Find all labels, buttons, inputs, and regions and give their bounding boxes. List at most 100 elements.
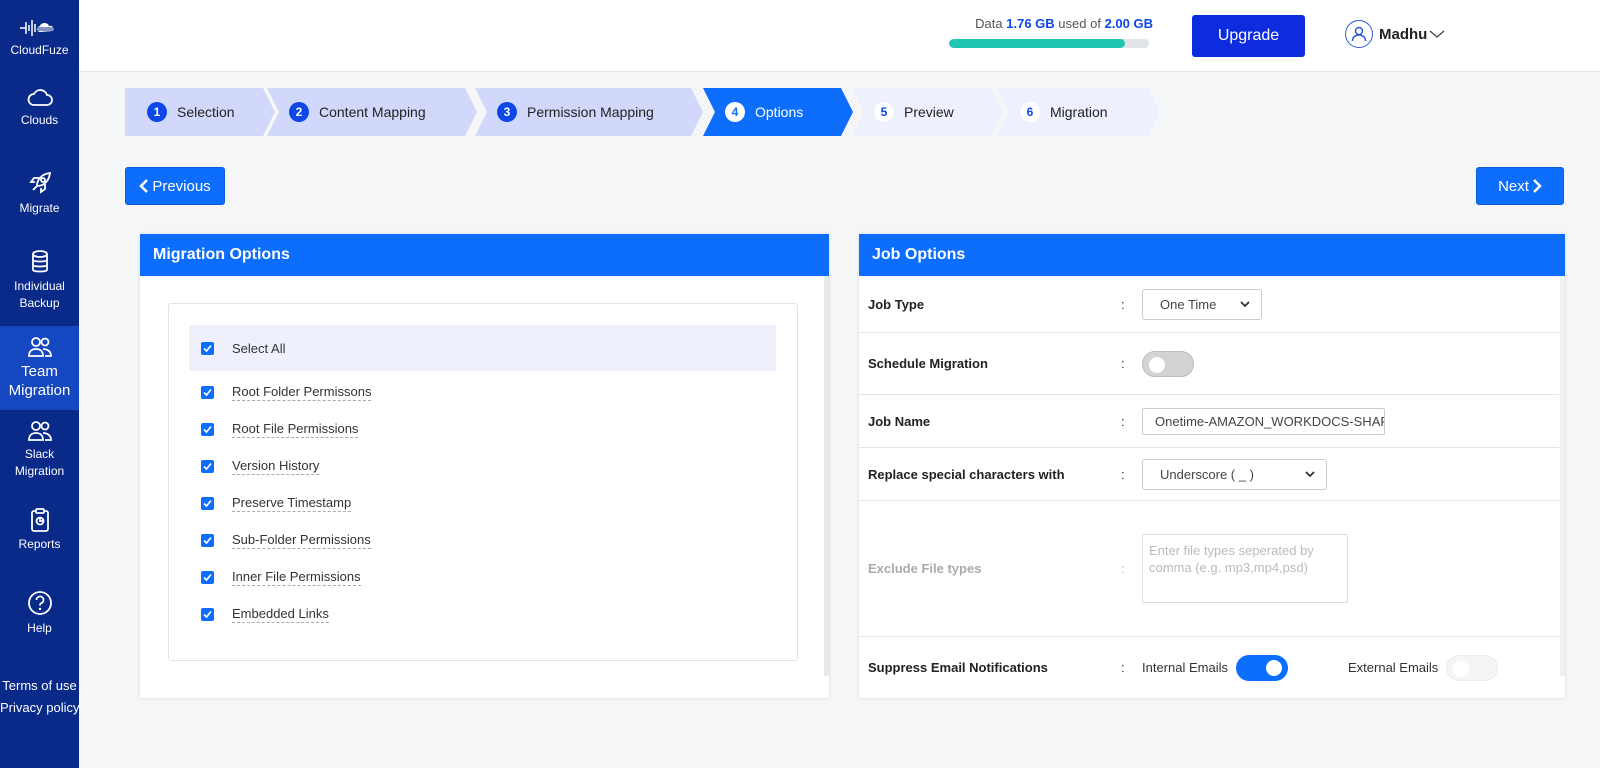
panel-scrollbar[interactable] [824,276,829,676]
panel-scrollbar[interactable] [1560,276,1565,676]
option-label: Preserve Timestamp [232,495,352,512]
check-icon [203,425,212,434]
sidebar-item-help[interactable]: Help [0,590,79,637]
sidebar: CloudFuze Clouds Migrate Individual Back… [0,0,79,768]
storage-usage-text: Data 1.76 GB used of 2.00 GB [951,16,1153,31]
job-type-select[interactable]: One Time [1142,288,1262,320]
brand-logo[interactable]: CloudFuze [0,18,79,59]
toggle-knob [1453,660,1470,677]
select-all-checkbox[interactable] [201,341,214,355]
chevron-down-icon [1305,470,1315,477]
user-name: Madhu [1379,25,1428,43]
schedule-label: Schedule Migration [868,356,988,371]
next-label: Next [1498,177,1529,195]
external-emails-toggle[interactable] [1446,654,1499,681]
sidebar-item-migrate[interactable]: Migrate [0,170,79,217]
select-all-row[interactable]: Select All [189,325,776,371]
privacy-link[interactable]: Privacy policy [0,700,79,715]
internal-emails-group: Internal Emails [1142,654,1288,681]
colon: : [1121,356,1125,371]
schedule-toggle[interactable] [1142,350,1194,377]
user-icon [1345,20,1373,48]
colon: : [1121,413,1125,429]
sidebar-item-reports[interactable]: Reports [0,508,79,553]
option-checkbox[interactable] [201,423,214,436]
users-icon [27,337,52,357]
exclude-file-types-input[interactable]: Enter file types seperated by comma (e.g… [1142,534,1348,603]
sidebar-item-label: Individual Backup [14,279,65,310]
storage-usage-bar [949,39,1149,48]
sidebar-item-team-migration[interactable]: Team Migration [0,326,79,410]
chevron-down-icon [1429,30,1445,38]
migration-option-item[interactable]: Root File Permissions [201,421,359,438]
step-label: Selection [177,104,235,120]
option-checkbox[interactable] [201,460,214,473]
help-circle-icon [27,591,52,615]
sidebar-item-label: Clouds [20,113,59,127]
option-checkbox[interactable] [201,497,214,510]
option-checkbox[interactable] [201,608,214,621]
migration-options-box: Select All Root Folder Permissons Root Fi… [168,303,798,661]
internal-emails-toggle[interactable] [1235,654,1288,681]
migration-option-item[interactable]: Sub-Folder Permissions [201,532,371,549]
step-number: 5 [874,102,894,122]
previous-button[interactable]: Previous [125,167,225,205]
option-label: Root Folder Permissons [232,384,372,401]
job-name-input[interactable]: Onetime-AMAZON_WORKDOCS-SHAREPOINT [1142,407,1385,435]
chevron-down-icon [1240,300,1250,307]
step-number: 4 [725,102,745,122]
step-permission-mapping[interactable]: 3 Permission Mapping [475,88,703,136]
migration-option-item[interactable]: Preserve Timestamp [201,495,352,512]
schedule-row: Schedule Migration : [859,333,1559,395]
upgrade-button[interactable]: Upgrade [1192,15,1305,57]
check-icon [203,536,212,545]
option-label: Root File Permissions [232,421,359,438]
job-name-row: Job Name : Onetime-AMAZON_WORKDOCS-SHARE… [859,395,1559,448]
option-checkbox[interactable] [201,534,214,547]
terms-link[interactable]: Terms of use [0,678,79,693]
colon: : [1121,466,1125,482]
sidebar-item-individual-backup[interactable]: Individual Backup [0,250,79,312]
usage-used: 1.76 GB [1006,16,1055,31]
option-checkbox[interactable] [201,571,214,584]
step-label: Preview [904,104,954,120]
user-menu[interactable]: Madhu [1345,20,1445,48]
external-emails-group: External Emails [1348,654,1499,681]
job-options-panel: Job Options Job Type : One Time Schedule… [859,234,1565,698]
colon: : [1121,561,1125,576]
top-bar: Data 1.76 GB used of 2.00 GB Upgrade Mad… [79,0,1600,72]
step-label: Migration [1050,104,1108,120]
step-content-mapping[interactable]: 2 Content Mapping [267,88,477,136]
next-button[interactable]: Next [1476,167,1564,205]
toggle-knob [1149,356,1165,373]
migration-options-panel: Migration Options Select All Root Folder… [140,234,829,698]
exclude-row: Exclude File types : Enter file types se… [859,501,1559,637]
step-preview[interactable]: 5 Preview [852,88,1002,136]
sidebar-item-label: Migrate [19,201,60,215]
sidebar-item-clouds[interactable]: Clouds [0,88,79,129]
job-type-row: Job Type : One Time [859,276,1559,333]
check-icon [203,462,212,471]
option-checkbox[interactable] [201,386,214,399]
colon: : [1121,660,1125,675]
migration-option-item[interactable]: Root Folder Permissons [201,384,372,401]
step-migration[interactable]: 6 Migration [998,88,1160,136]
migration-option-item[interactable]: Inner File Permissions [201,569,361,586]
step-label: Content Mapping [319,104,426,120]
step-number: 1 [147,102,167,122]
clipboard-icon [30,508,49,532]
replace-chars-select[interactable]: Underscore ( _ ) [1142,458,1327,490]
option-label: Inner File Permissions [232,569,361,586]
step-selection[interactable]: 1 Selection [125,88,275,136]
migration-option-item[interactable]: Embedded Links [201,606,329,623]
migration-option-item[interactable]: Version History [201,458,320,475]
sidebar-item-slack-migration[interactable]: Slack Migration [0,420,79,480]
step-number: 3 [497,102,517,122]
step-label: Options [755,104,804,120]
previous-label: Previous [152,177,211,195]
sidebar-item-label: Slack Migration [14,447,65,478]
replace-chars-row: Replace special characters with : Unders… [859,448,1559,501]
step-options[interactable]: 4 Options [703,88,853,136]
job-type-value: One Time [1160,296,1217,312]
cloud-icon [27,89,53,106]
